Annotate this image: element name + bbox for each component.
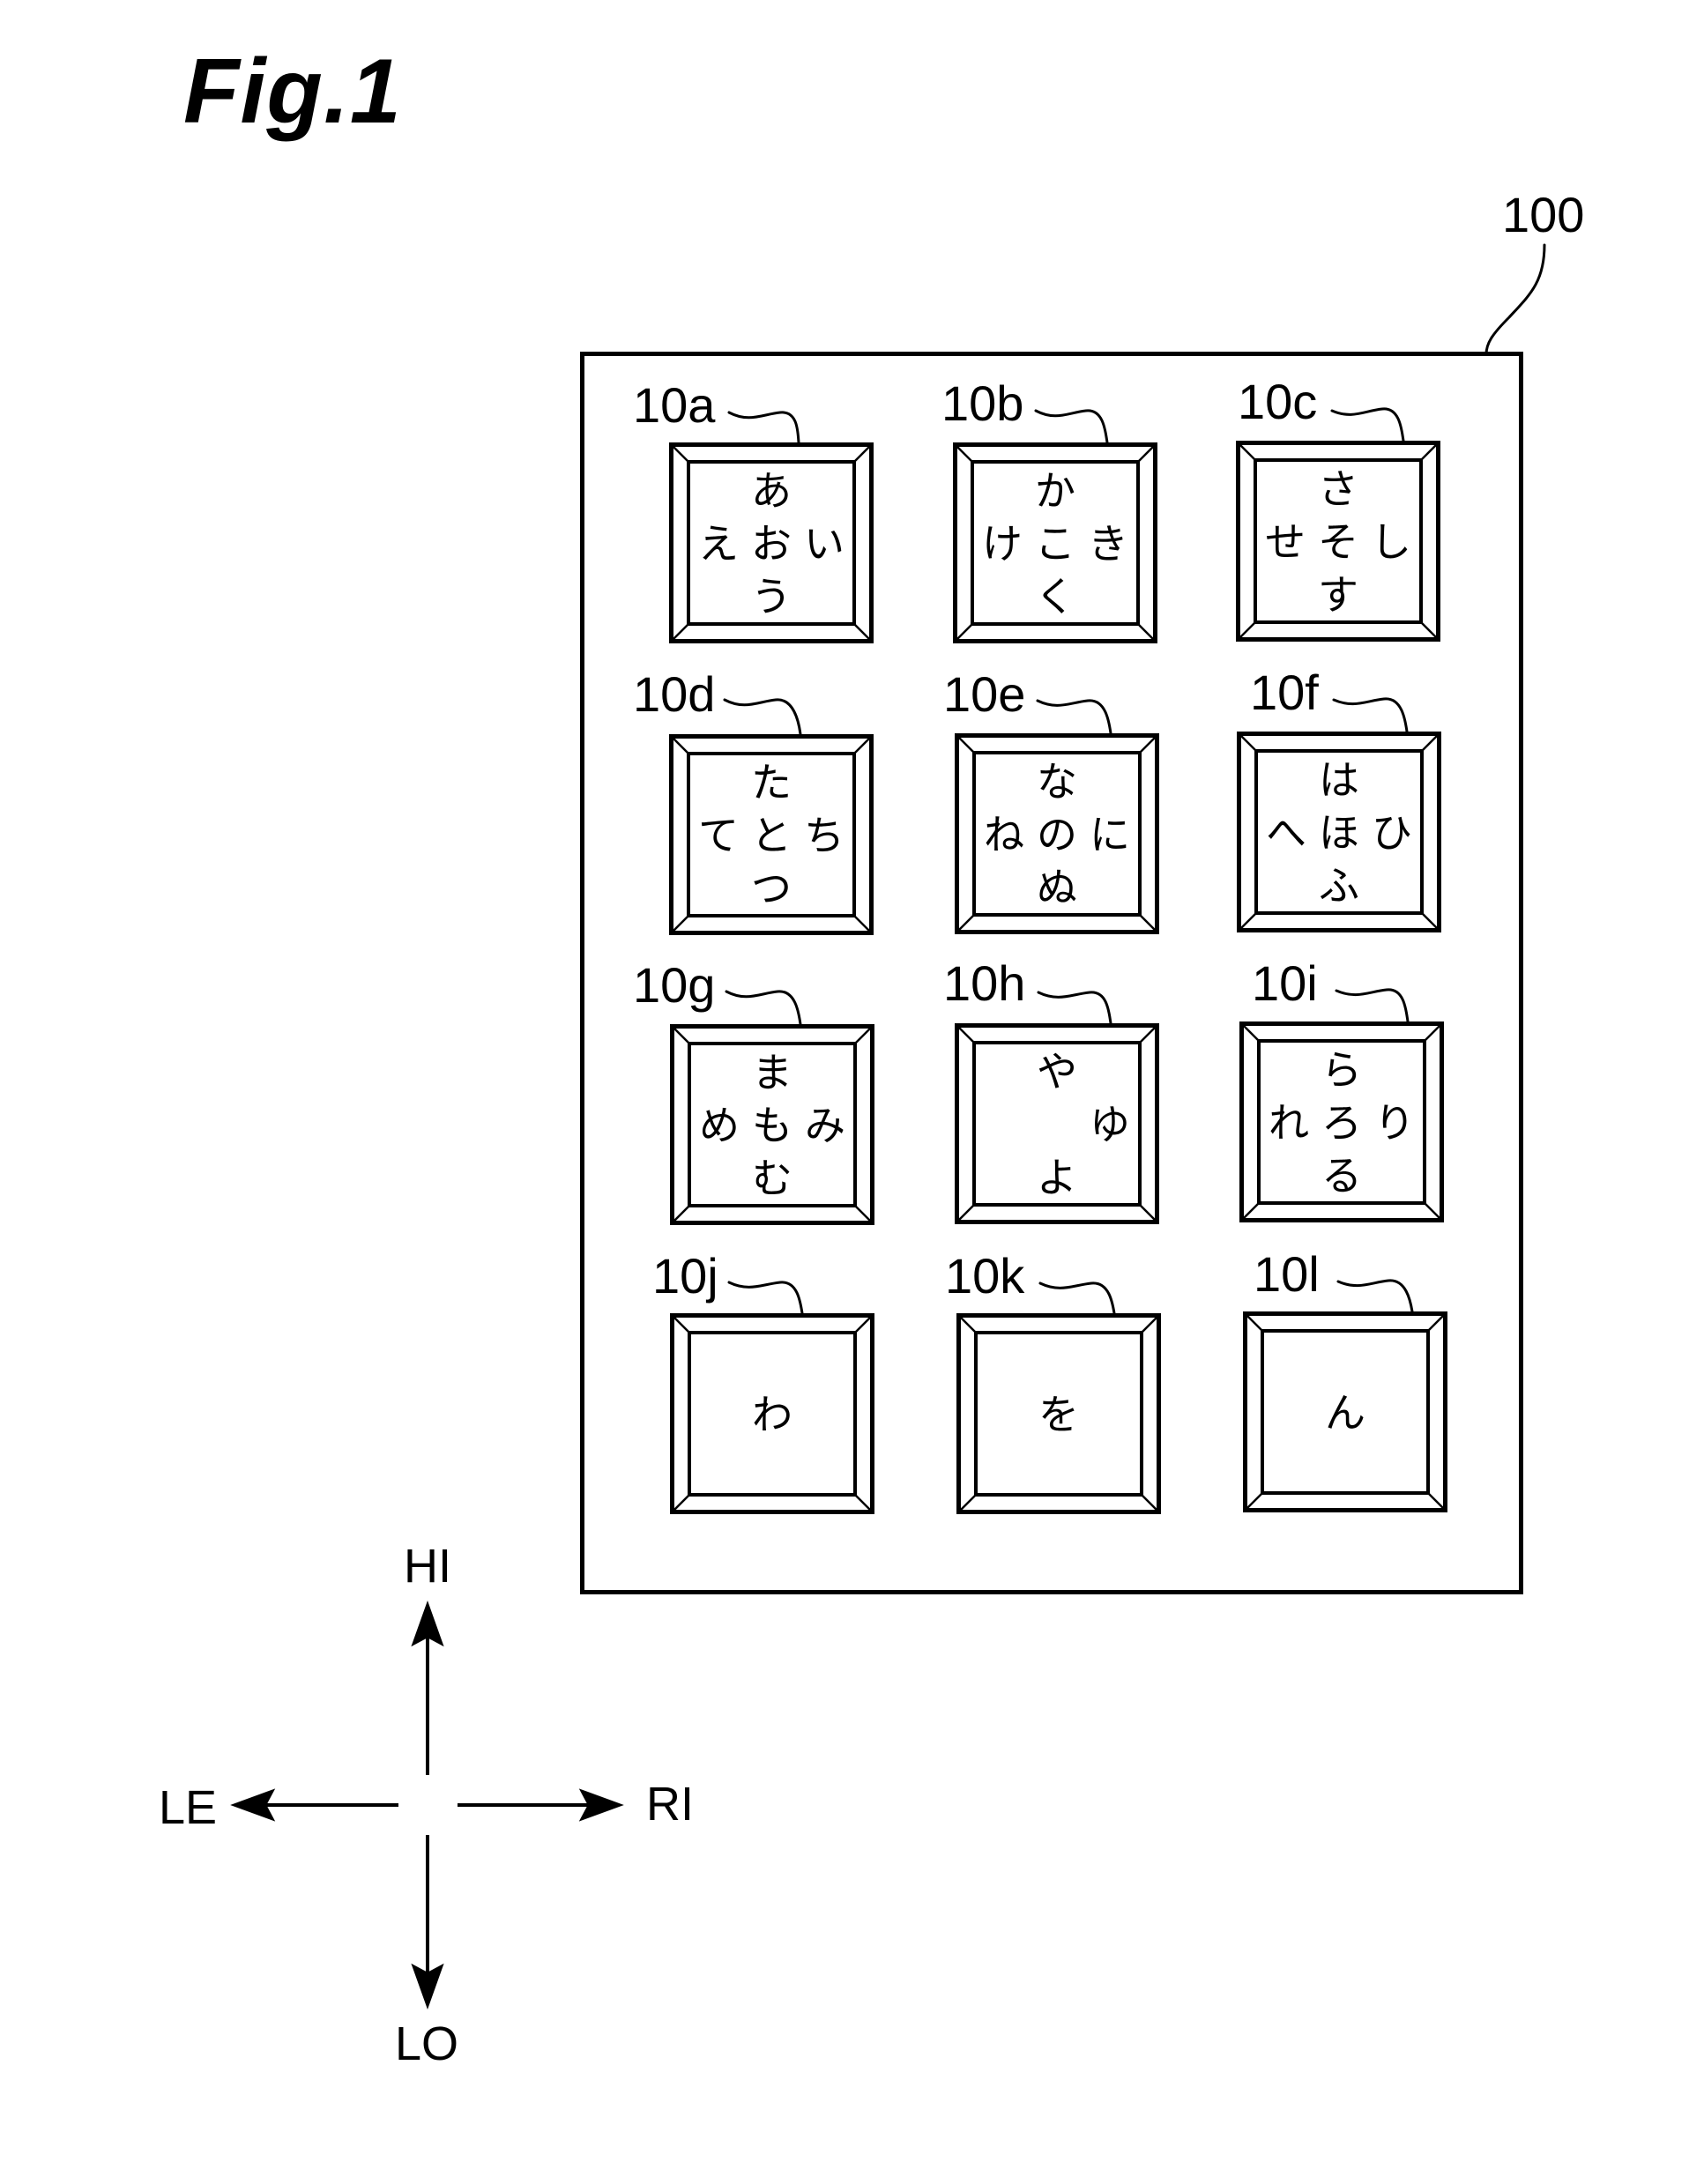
kana-right: し xyxy=(1371,518,1411,566)
key-ya-row[interactable]: や ゆ よ xyxy=(955,1023,1159,1224)
kana-right: に xyxy=(1090,811,1130,858)
key-ref-label: 10h xyxy=(943,955,1026,1011)
kana-top: さ xyxy=(1318,465,1358,513)
kana-top: た xyxy=(751,759,792,806)
key-ref-label: 10f xyxy=(1250,665,1319,720)
kana-bottom: ふ xyxy=(1319,862,1359,910)
key-ref-label: 10c xyxy=(1238,374,1318,429)
key-ma-row[interactable]: ま め も み む xyxy=(670,1024,874,1225)
kana-center: こ xyxy=(1035,520,1075,568)
kana-top: ら xyxy=(1321,1046,1362,1094)
kana-top: は xyxy=(1319,756,1359,804)
kana-top: あ xyxy=(751,467,792,515)
kana-top: ま xyxy=(752,1049,792,1096)
board-leader-line xyxy=(1484,243,1546,356)
key-wa[interactable]: わ xyxy=(670,1313,874,1514)
key-ra-row[interactable]: ら れ ろ り る xyxy=(1239,1021,1444,1222)
arrow-up-icon xyxy=(411,1601,444,1647)
key-ref-label: 10l xyxy=(1254,1246,1320,1302)
key-sa-row[interactable]: さ せ そ し す xyxy=(1236,441,1440,642)
arrow-left-icon xyxy=(230,1788,276,1822)
kana-top: な xyxy=(1037,758,1077,806)
kana-left: せ xyxy=(1265,518,1306,566)
kana-top: や xyxy=(1037,1048,1077,1096)
kana-center: と xyxy=(751,812,792,859)
kana-right: き xyxy=(1088,520,1128,568)
kana-center: そ xyxy=(1318,518,1358,566)
figure-title: Fig.1 xyxy=(183,41,402,143)
kana-center: の xyxy=(1037,811,1077,858)
key-na-row[interactable]: な ね の に ぬ xyxy=(955,733,1159,934)
direction-right-label: RI xyxy=(646,1778,694,1831)
kana-bottom: む xyxy=(752,1155,792,1202)
arrow-right-icon xyxy=(578,1788,624,1822)
kana-top: か xyxy=(1035,467,1075,515)
kana-bottom: つ xyxy=(751,865,792,912)
key-ref-label: 10a xyxy=(633,377,716,433)
kana-right: ひ xyxy=(1372,809,1412,857)
kana-left: け xyxy=(982,520,1023,568)
key-ka-row[interactable]: か け こ き く xyxy=(953,442,1157,643)
board-ref-label: 100 xyxy=(1502,187,1585,242)
direction-up-label: HI xyxy=(404,1540,451,1593)
kana-center: も xyxy=(752,1102,792,1149)
kana-center: ろ xyxy=(1321,1099,1362,1147)
key-ta-row[interactable]: た て と ち つ xyxy=(669,734,874,935)
kana-left: ね xyxy=(984,811,1024,858)
kana-bottom: よ xyxy=(1037,1154,1077,1201)
kana-center: ほ xyxy=(1319,809,1359,857)
key-wo[interactable]: を xyxy=(956,1313,1161,1514)
key-ref-label: 10i xyxy=(1252,955,1318,1011)
kana-right: い xyxy=(804,520,844,568)
kana-single: わ xyxy=(752,1391,792,1438)
kana-right: ち xyxy=(804,812,844,859)
kana-right: ゆ xyxy=(1090,1101,1130,1148)
kana-bottom: ぬ xyxy=(1037,864,1077,911)
kana-left: て xyxy=(698,812,739,859)
kana-left: え xyxy=(698,520,739,568)
direction-down-label: LO xyxy=(395,2017,459,2070)
direction-left-label: LE xyxy=(159,1781,218,1834)
arrow-down-icon xyxy=(411,1963,444,2009)
key-ha-row[interactable]: は へ ほ ひ ふ xyxy=(1237,732,1441,932)
kana-left: へ xyxy=(1266,809,1306,857)
key-n[interactable]: ん xyxy=(1243,1311,1447,1512)
kana-bottom: る xyxy=(1321,1152,1362,1200)
key-ref-label: 10e xyxy=(943,666,1026,722)
key-ref-label: 10d xyxy=(633,666,716,722)
kana-left: れ xyxy=(1269,1099,1309,1147)
key-ref-label: 10g xyxy=(633,957,716,1013)
key-ref-label: 10b xyxy=(941,375,1024,431)
kana-single: ん xyxy=(1325,1389,1365,1437)
kana-bottom: く xyxy=(1035,573,1075,620)
key-a-row[interactable]: あ え お い う xyxy=(669,442,874,643)
kana-right: り xyxy=(1374,1099,1415,1147)
kana-bottom: う xyxy=(751,573,792,620)
kana-center: お xyxy=(751,520,792,568)
kana-right: み xyxy=(805,1102,845,1149)
kana-left: め xyxy=(699,1102,740,1149)
key-ref-label: 10k xyxy=(945,1248,1025,1304)
kana-single: を xyxy=(1038,1391,1079,1438)
kana-bottom: す xyxy=(1318,571,1358,619)
key-ref-label: 10j xyxy=(652,1248,718,1304)
